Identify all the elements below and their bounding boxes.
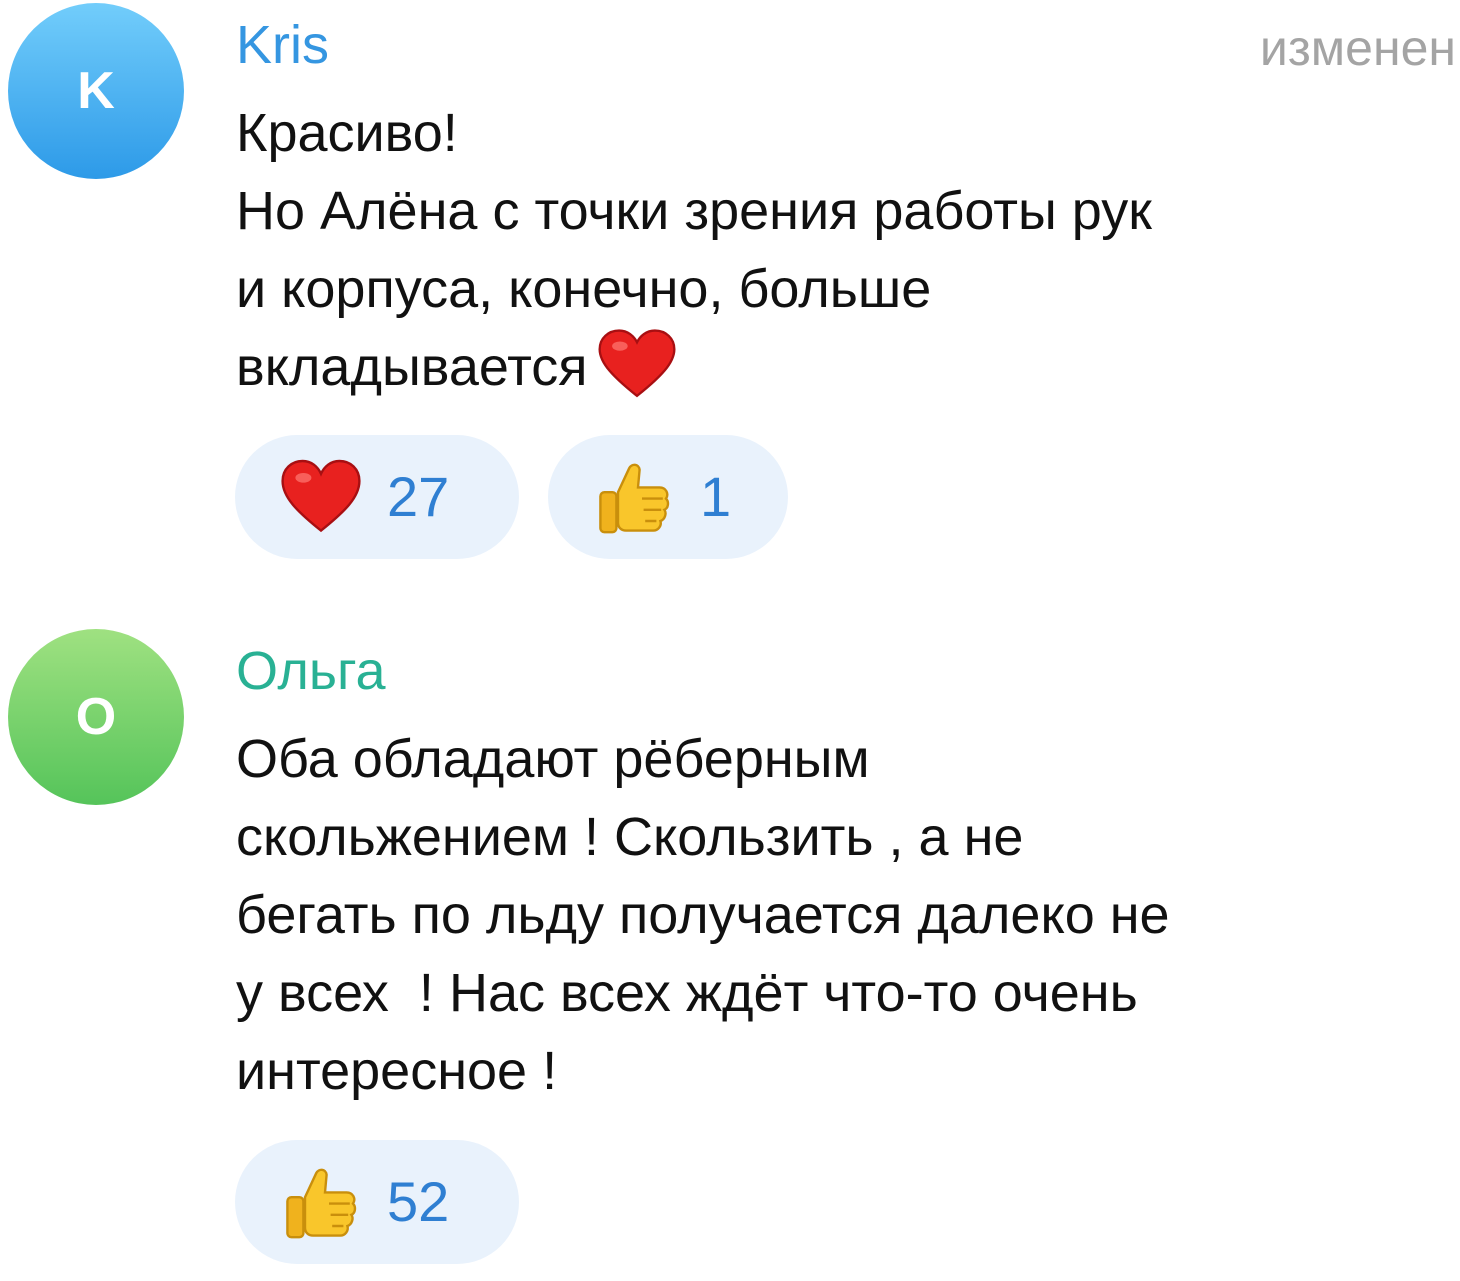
message-line-text: вкладывается: [236, 337, 588, 397]
author-name[interactable]: Ольга: [236, 641, 386, 701]
message-text: Красиво! Но Алёна с точки зрения работы …: [236, 94, 1436, 420]
author-name[interactable]: Kris: [236, 15, 329, 75]
avatar-letter: K: [77, 62, 115, 120]
message-text: Оба обладают рёберным скольжением ! Скол…: [236, 720, 1436, 1110]
thumbs-up-icon: [281, 1162, 361, 1242]
red-heart-icon: [598, 329, 676, 420]
red-heart-icon: [281, 457, 361, 537]
reaction-count: 52: [387, 1170, 450, 1233]
message-line: бегать по льду получается далеко не: [236, 885, 1170, 945]
reaction-thumbs-up[interactable]: 1: [548, 435, 788, 559]
reaction-thumbs-up[interactable]: 52: [235, 1140, 519, 1264]
message-line: Оба обладают рёберным: [236, 729, 870, 789]
message-line: и корпуса, конечно, больше: [236, 259, 932, 319]
message-line: Красиво!: [236, 103, 458, 163]
thumbs-up-icon: [594, 457, 674, 537]
message-line: Но Алёна с точки зрения работы рук: [236, 181, 1152, 241]
message-line: интересное !: [236, 1041, 558, 1101]
avatar-letter: О: [75, 688, 117, 746]
avatar-olga[interactable]: О: [8, 629, 184, 805]
avatar-kris[interactable]: K: [8, 3, 184, 179]
message-line: скольжением ! Скользить , а не: [236, 807, 1024, 867]
reaction-heart[interactable]: 27: [235, 435, 519, 559]
reaction-count: 1: [700, 465, 732, 528]
message-line: вкладывается: [236, 328, 1436, 420]
edited-label: изменен: [1259, 20, 1456, 76]
message-line: у всех ! Нас всех ждёт что-то очень: [236, 963, 1138, 1023]
reaction-count: 27: [387, 465, 450, 528]
